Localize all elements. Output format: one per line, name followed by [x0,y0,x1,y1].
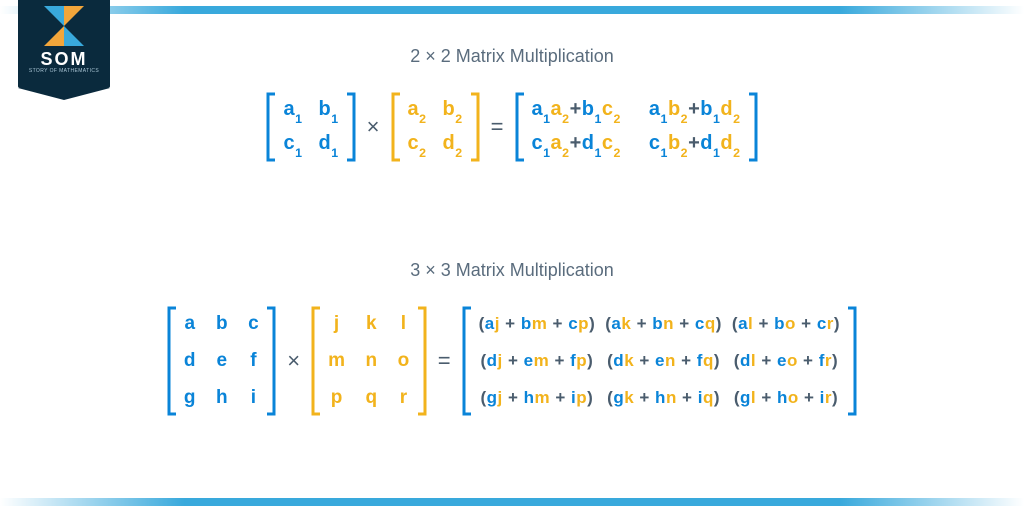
right-bracket-icon [265,306,277,416]
entry-c2: c2 [408,132,427,157]
entry-c1: c1 [283,132,302,157]
left-bracket-icon [390,92,402,162]
entry-g: g [184,387,196,409]
entry-r: r [400,387,408,409]
right-bracket-icon [345,92,357,162]
entry-b2: b2 [443,98,463,123]
entry-k: k [366,313,377,335]
result-r2c2: c1b2+d1d2 [649,132,741,157]
entry-n: n [365,350,377,372]
right-bracket-icon [846,306,858,416]
result-r1c1: a1a2+b1c2 [532,98,621,123]
entry-h: h [216,387,228,409]
entry-i: i [251,387,257,409]
entry-b1: b1 [319,98,339,123]
result-r3c3: (gl + ho + ir) [734,388,838,408]
entry-m: m [328,350,345,372]
entry-f: f [250,350,257,372]
section-title-3x3: 3 × 3 Matrix Multiplication [0,260,1024,281]
entry-d2: d2 [443,132,463,157]
entry-d: d [184,350,196,372]
left-bracket-icon [310,306,322,416]
matrix-result-3x3: (aj + bm + cp) (ak + bn + cq) (al + bo + c… [461,306,859,416]
entry-e: e [217,350,228,372]
entry-a: a [184,313,195,335]
left-bracket-icon [166,306,178,416]
result-r2c1: (dj + em + fp) [480,351,593,371]
result-r3c2: (gk + hn + iq) [607,388,720,408]
entry-p: p [331,387,343,409]
entry-a2: a2 [408,98,427,123]
right-bracket-icon [416,306,428,416]
result-r3c1: (gj + hm + ip) [480,388,593,408]
equals-operator: = [438,348,451,374]
entry-l: l [401,313,407,335]
equation-3x3: a b c d e f g h i × j k l m n o p q r = [0,306,1024,416]
logo-subtitle: STORY OF MATHEMATICS [29,68,99,74]
result-r1c2: a1b2+b1d2 [649,98,741,123]
entry-j: j [334,313,340,335]
right-bracket-icon [469,92,481,162]
section-title-2x2: 2 × 2 Matrix Multiplication [0,46,1024,67]
equation-2x2: a1 b1 c1 d1 × a2 b2 c2 d2 = a1a2+b1c2 a1… [0,92,1024,162]
result-r1c3: (al + bo + cr) [732,314,840,334]
matrix-a-2x2: a1 b1 c1 d1 [265,92,356,162]
matrix-b-3x3: j k l m n o p q r [310,306,428,416]
left-bracket-icon [461,306,473,416]
entry-c: c [248,313,259,335]
logo-mark-icon [44,6,84,46]
matrix-a-3x3: a b c d e f g h i [166,306,277,416]
entry-o: o [398,350,410,372]
bottom-accent-bar [0,498,1024,506]
matrix-result-2x2: a1a2+b1c2 a1b2+b1d2 c1a2+d1c2 c1b2+d1d2 [514,92,759,162]
matrix-b-2x2: a2 b2 c2 d2 [390,92,481,162]
entry-a1: a1 [283,98,302,123]
equals-operator: = [491,114,504,140]
entry-d1: d1 [319,132,339,157]
entry-b: b [216,313,228,335]
result-r2c1: c1a2+d1c2 [532,132,621,157]
result-r2c3: (dl + eo + fr) [734,351,838,371]
left-bracket-icon [514,92,526,162]
top-accent-bar [0,6,1024,14]
result-r2c2: (dk + en + fq) [607,351,720,371]
entry-q: q [365,387,377,409]
multiply-operator: × [367,114,380,140]
right-bracket-icon [747,92,759,162]
result-r1c1: (aj + bm + cp) [479,314,596,334]
result-r1c2: (ak + bn + cq) [605,314,722,334]
left-bracket-icon [265,92,277,162]
multiply-operator: × [287,348,300,374]
